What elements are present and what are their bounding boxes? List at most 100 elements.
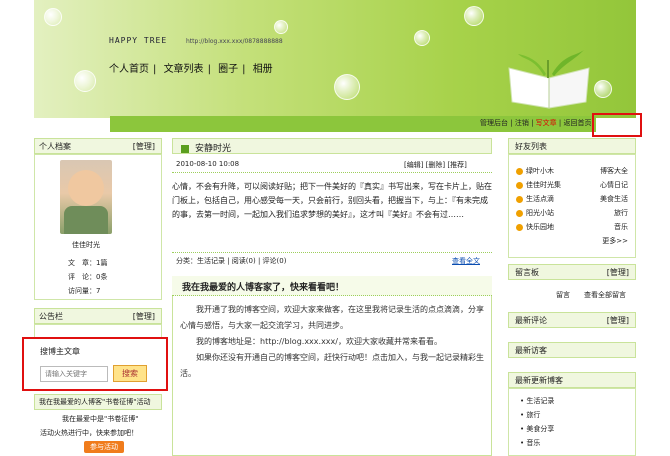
message-header: 留言板 [管理] (508, 264, 636, 280)
list-item[interactable]: 绿叶小木 博客大全 (516, 164, 628, 178)
bullet-icon (516, 209, 523, 217)
recent-posts-header: 最新更新博客 (508, 372, 636, 388)
recent-post-title: 生活记录 (526, 397, 555, 405)
article-paragraph: 如果你还没有开通自己的博客空间，赶快行动吧！点击加入，与我一起记录精彩生活。 (180, 353, 484, 378)
bubble-decoration (594, 80, 612, 98)
article-paragraph: 我开通了我的博客空间，欢迎大家来做客，在这里我将记录生活的点点滴滴，分享心情与感… (180, 305, 484, 330)
recent-post-title: 旅行 (526, 411, 541, 419)
nav-separator: | (242, 64, 246, 75)
friends-header: 好友列表 (508, 138, 636, 154)
profile-manage-link[interactable]: [管理] (133, 141, 155, 152)
read-more-link[interactable]: 查看全文 (452, 256, 480, 266)
post-date: 2010-08-10 10:08 (176, 160, 240, 168)
notice-manage-link[interactable]: [管理] (133, 311, 155, 322)
list-item[interactable]: • 音乐 (520, 436, 554, 450)
avatar (60, 160, 112, 234)
list-item[interactable]: • 生活记录 (520, 394, 554, 408)
recent-comments-manage-link[interactable]: [管理] (607, 315, 629, 326)
post-body: 心情，不会有升降，可以阅读好贴；把下一件美好的『真实』书写出来，写在卡片上，贴在… (172, 182, 492, 219)
bubble-decoration (334, 74, 360, 100)
friend-note: 心情日记 (600, 181, 628, 189)
post-title[interactable]: 安静时光 (195, 144, 231, 154)
more-row: 更多>> (516, 234, 628, 248)
stat-value: 1篇 (96, 259, 108, 267)
list-item[interactable]: 佳佳时光集 心情日记 (516, 178, 628, 192)
post-meta[interactable]: 分类：生活记录 | 阅读(0) | 评论(0) (176, 256, 286, 266)
nav-item-home[interactable]: 个人首页 (109, 64, 149, 75)
article-heading[interactable]: 我在我最爱的人博客家了，快来看看吧！ (172, 276, 492, 296)
nav-item-circle[interactable]: 圈子 (218, 64, 238, 75)
bubble-decoration (44, 8, 62, 26)
friends-list: 绿叶小木 博客大全 佳佳时光集 心情日记 生活点滴 美食生活 阳光小站 旅行 快乐园地 音… (516, 164, 628, 248)
title-marker-icon (181, 144, 189, 153)
highlight-box-search (22, 337, 168, 391)
open-book-illustration (508, 50, 590, 109)
bubble-decoration (414, 30, 430, 46)
list-item[interactable]: 生活点滴 美食生活 (516, 192, 628, 206)
notice-header-title: 公告栏 (39, 312, 63, 321)
list-item[interactable]: 快乐园地 音乐 (516, 220, 628, 234)
friend-note: 旅行 (614, 209, 628, 217)
profile-header: 个人档案 [管理] (34, 138, 162, 154)
admin-link[interactable]: 管理后台 (480, 119, 508, 127)
divider (172, 252, 492, 253)
bullet-icon (516, 223, 523, 231)
bubble-decoration (464, 6, 484, 26)
friend-note: 博客大全 (600, 167, 628, 175)
site-url: http://blog.xxx.xxx/0878888888 (186, 38, 283, 45)
profile-nickname[interactable]: 佳佳时光 (72, 240, 100, 250)
avatar-face (68, 170, 104, 206)
article-paragraph: 我的博客地址是：http://blog.xxx.xxx/，欢迎大家收藏并常来看看… (196, 337, 442, 346)
profile-header-title: 个人档案 (39, 142, 71, 151)
join-activity-button[interactable]: 参与活动 (84, 441, 124, 453)
top-nav: 个人首页 | 文章列表 | 圈子 | 相册 (109, 60, 277, 75)
recent-comments-header: 最新评论 [管理] (508, 312, 636, 328)
message-line[interactable]: 留言 查看全部留言 (556, 290, 626, 300)
toolbar-separator: | (510, 119, 513, 127)
bullet-icon (516, 181, 523, 189)
list-item[interactable]: 阳光小站 旅行 (516, 206, 628, 220)
recent-post-title: 美食分享 (526, 425, 555, 433)
stat-row: 评 论：0条 (68, 272, 107, 282)
friends-more-link[interactable]: 更多>> (602, 234, 628, 248)
recent-comments-title: 最新评论 (515, 316, 547, 325)
stat-value: 7 (96, 287, 101, 295)
site-brand: HAPPY TREE (109, 36, 168, 45)
divider (172, 172, 492, 173)
message-manage-link[interactable]: [管理] (607, 267, 629, 278)
post-actions[interactable]: [编辑] [删除] [推荐] (404, 160, 467, 170)
promo-header: 我在我最爱的人博客"书卷征博"活动 (34, 394, 162, 410)
message-header-title: 留言板 (515, 268, 539, 277)
stat-value: 0条 (96, 273, 108, 281)
bullet-icon (516, 195, 523, 203)
recent-visitors-title: 最新访客 (515, 346, 547, 355)
promo-line: 活动火热进行中，快来参加吧！ (40, 429, 138, 437)
recent-posts-list: • 生活记录 • 旅行 • 美食分享 • 音乐 (520, 394, 554, 450)
nav-item-articles[interactable]: 文章列表 (164, 64, 204, 75)
friend-note: 音乐 (614, 223, 628, 231)
nav-item-album[interactable]: 相册 (253, 64, 273, 75)
back-home-link[interactable]: 返回首页 (563, 119, 591, 127)
header-banner: HAPPY TREE http://blog.xxx.xxx/087888888… (34, 0, 636, 118)
toolbar-separator: | (558, 119, 562, 127)
friend-name: 佳佳时光集 (526, 181, 561, 189)
bubble-decoration (274, 20, 288, 34)
recent-post-title: 音乐 (526, 439, 541, 447)
friend-note: 美食生活 (600, 195, 628, 203)
list-item[interactable]: • 美食分享 (520, 422, 554, 436)
write-article-link[interactable]: 写文章 (536, 119, 557, 127)
post-title-bar: 安静时光 (172, 138, 492, 154)
recent-posts-title: 最新更新博客 (515, 376, 563, 385)
friend-name: 快乐园地 (526, 223, 554, 231)
nav-separator: | (207, 64, 211, 75)
notice-header: 公告栏 [管理] (34, 308, 162, 324)
article-body: 我开通了我的博客空间，欢迎大家来做客，在这里我将记录生活的点点滴滴，分享心情与感… (180, 302, 486, 382)
stat-label: 访问量： (68, 287, 96, 295)
toolbar-links: 管理后台 | 注销 | 写文章 | 返回首页 (480, 118, 591, 128)
friend-name: 绿叶小木 (526, 167, 554, 175)
friend-name: 生活点滴 (526, 195, 554, 203)
highlight-box-home (592, 113, 642, 137)
friends-header-title: 好友列表 (515, 142, 547, 151)
list-item[interactable]: • 旅行 (520, 408, 554, 422)
logout-link[interactable]: 注销 (515, 119, 529, 127)
